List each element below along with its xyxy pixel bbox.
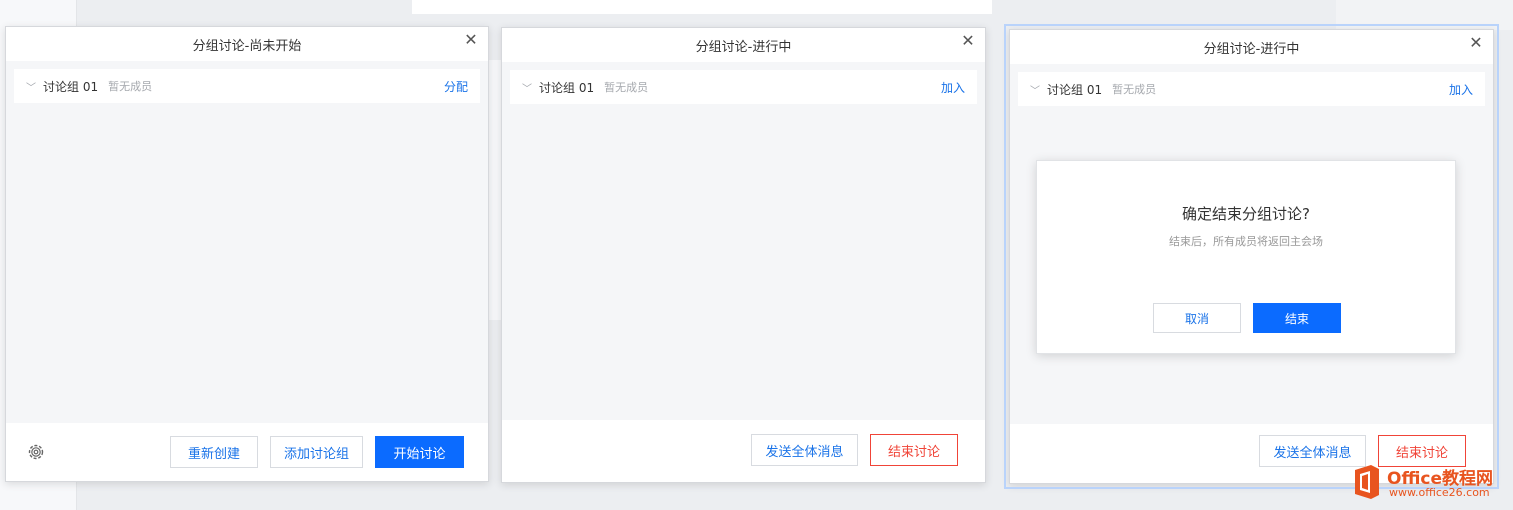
group-member-status: 暂无成员 — [1112, 83, 1157, 96]
group-name: 讨论组 01 — [43, 79, 99, 94]
group-row[interactable]: ﹀ 讨论组 01 暂无成员 分配 — [14, 69, 480, 103]
panel-title: 分组讨论-进行中 — [1203, 41, 1300, 57]
panel-body: ﹀ 讨论组 01 暂无成员 分配 — [6, 61, 488, 425]
broadcast-message-button[interactable]: 发送全体消息 — [751, 434, 858, 466]
cancel-button[interactable]: 取消 — [1153, 303, 1241, 333]
group-member-status: 暂无成员 — [604, 81, 649, 94]
breakout-panel-not-started: 分组讨论-尚未开始 ✕ ﹀ 讨论组 01 暂无成员 分配 重新创建 添加讨论组 … — [5, 26, 489, 482]
dialog-message: 结束后，所有成员将返回主会场 — [1169, 235, 1323, 248]
panel-body: ﹀ 讨论组 01 暂无成员 加入 — [502, 62, 985, 420]
confirm-end-button[interactable]: 结束 — [1253, 303, 1341, 333]
panel-title: 分组讨论-尚未开始 — [192, 38, 302, 54]
breakout-panel-in-progress: 分组讨论-进行中 ✕ ﹀ 讨论组 01 暂无成员 加入 发送全体消息 结束讨论 — [501, 27, 986, 483]
dialog-title: 确定结束分组讨论? — [1182, 205, 1310, 223]
background-window-mid — [488, 60, 502, 320]
office-logo-icon — [1355, 465, 1379, 499]
group-row[interactable]: ﹀ 讨论组 01 暂无成员 加入 — [510, 70, 977, 104]
panel-title: 分组讨论-进行中 — [695, 39, 792, 55]
close-icon[interactable]: ✕ — [959, 32, 977, 50]
join-link[interactable]: 加入 — [941, 79, 965, 96]
panel-header: 分组讨论-进行中 — [1010, 30, 1493, 64]
panel-header: 分组讨论-尚未开始 — [6, 27, 488, 61]
group-name: 讨论组 01 — [539, 80, 595, 95]
panel-header: 分组讨论-进行中 — [502, 28, 985, 62]
close-icon[interactable]: ✕ — [1467, 34, 1485, 52]
group-member-status: 暂无成员 — [108, 80, 153, 93]
background-window-right — [1336, 0, 1513, 30]
recreate-button[interactable]: 重新创建 — [170, 436, 258, 468]
join-link[interactable]: 加入 — [1449, 81, 1473, 98]
group-row[interactable]: ﹀ 讨论组 01 暂无成员 加入 — [1018, 72, 1485, 106]
end-discussion-button[interactable]: 结束讨论 — [870, 434, 958, 466]
close-icon[interactable]: ✕ — [462, 31, 480, 49]
chevron-down-icon[interactable]: ﹀ — [522, 80, 532, 95]
panel-body: ﹀ 讨论组 01 暂无成员 加入 确定结束分组讨论? 结束后，所有成员将返回主会… — [1010, 64, 1493, 424]
chevron-down-icon[interactable]: ﹀ — [26, 79, 36, 94]
confirm-end-dialog: 确定结束分组讨论? 结束后，所有成员将返回主会场 取消 结束 — [1036, 160, 1456, 354]
chevron-down-icon[interactable]: ﹀ — [1030, 82, 1040, 97]
background-window-top — [412, 0, 992, 14]
breakout-panel-in-progress-confirm: 分组讨论-进行中 ✕ ﹀ 讨论组 01 暂无成员 加入 确定结束分组讨论? 结束… — [1004, 24, 1499, 489]
group-name: 讨论组 01 — [1047, 82, 1103, 97]
gear-icon[interactable] — [26, 442, 46, 462]
panel-footer: 重新创建 添加讨论组 开始讨论 — [6, 423, 488, 481]
panel-footer: 发送全体消息 结束讨论 — [502, 424, 985, 482]
add-group-button[interactable]: 添加讨论组 — [270, 436, 363, 468]
start-discussion-button[interactable]: 开始讨论 — [375, 436, 464, 468]
watermark-url: www.office26.com — [1389, 486, 1490, 499]
watermark: Office教程网 www.office26.com — [1349, 462, 1507, 502]
assign-link[interactable]: 分配 — [444, 78, 468, 95]
